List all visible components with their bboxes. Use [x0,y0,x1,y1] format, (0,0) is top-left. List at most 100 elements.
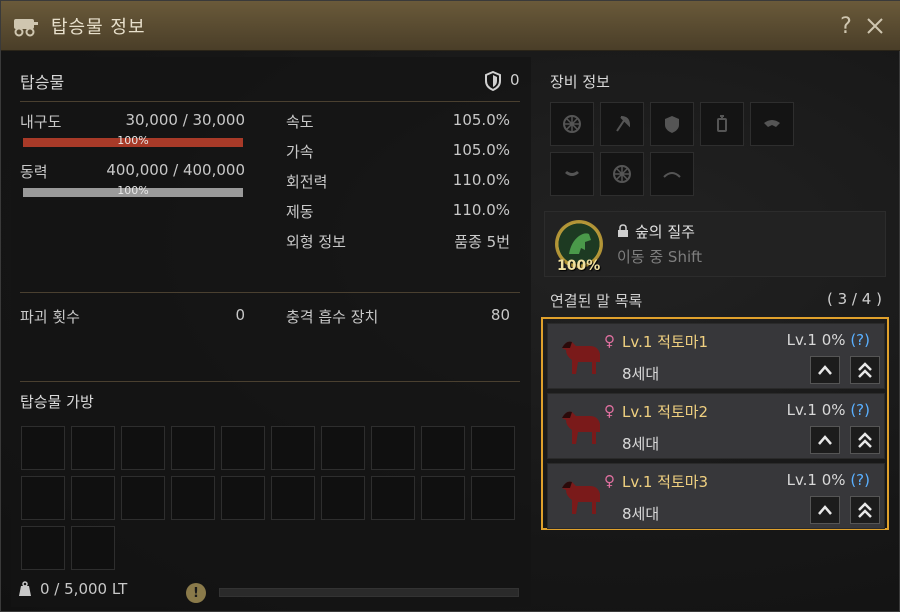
double-chevron-up-icon [858,502,872,518]
help-button[interactable]: ? [834,13,858,39]
wagon-icon [11,14,41,38]
bag-slot[interactable] [21,526,65,570]
skill-card[interactable]: 100% 숲의 질주 이동 중 Shift [544,211,886,277]
window-title: 탑승물 정보 [51,16,146,38]
stat-value-accel: 105.0% [452,141,510,159]
female-icon: ♀ [604,332,615,350]
horse-level: Lv.1 0% (?) [787,331,870,349]
equipment-slot[interactable] [550,152,594,196]
stat-value-brake: 110.0% [452,201,510,219]
bag-slot[interactable] [371,426,415,470]
bag-grid [21,426,516,570]
durability-percent: 100% [117,134,149,147]
horse-help-link[interactable]: (?) [850,331,870,349]
bag-slot[interactable] [321,426,365,470]
horse-count: ( 3 / 4 ) [827,290,882,308]
wheel-icon [613,165,631,183]
shock-label: 충격 흡수 장치 [286,308,379,326]
shield-icon [665,116,679,133]
bag-slot[interactable] [171,426,215,470]
bag-slot[interactable] [321,476,365,520]
bag-slot[interactable] [471,426,515,470]
double-chevron-up-icon [858,362,872,378]
bag-slot[interactable] [421,426,465,470]
skill-name: 숲의 질주 [635,223,695,241]
horse-name: Lv.1 적토마3 [622,473,709,491]
bag-heading: 탑승물 가방 [20,393,94,411]
mount-heading: 탑승물 [20,73,65,92]
bag-slot[interactable] [271,426,315,470]
horse-generation: 8세대 [622,505,660,523]
equipment-slot[interactable] [600,102,644,146]
stat-label-accel: 가속 [286,143,314,161]
horse-level: Lv.1 0% (?) [787,401,870,419]
chevron-up-icon [818,365,832,375]
horse-portrait-icon [562,481,600,514]
move-up-button[interactable] [810,496,840,524]
horse-row[interactable]: ♀ Lv.1 적토마2 Lv.1 0% (?) 8세대 [547,393,885,459]
horse-level-text: Lv.1 0% [786,471,846,489]
close-button[interactable] [863,13,887,39]
armor-count: 0 [510,71,520,89]
destroy-label: 파괴 횟수 [20,308,80,326]
bag-weight: 0 / 5,000 LT [40,580,128,598]
equipment-slot[interactable] [550,102,594,146]
warning-icon[interactable]: ! [186,583,206,603]
bag-slot[interactable] [21,426,65,470]
horse-portrait-icon [562,411,600,444]
horse-portrait-icon [562,341,600,374]
horse-level: Lv.1 0% (?) [787,471,870,489]
emblem-icon [565,171,579,176]
horse-level-text: Lv.1 0% [786,331,846,349]
stamina-value: 400,000 / 400,000 [106,161,245,179]
bag-slot[interactable] [471,476,515,520]
weight-icon [19,581,31,596]
horse-list-heading: 연결된 말 목록 [550,292,643,310]
move-top-button[interactable] [850,426,880,454]
move-top-button[interactable] [850,496,880,524]
horse-row[interactable]: ♀ Lv.1 적토마1 Lv.1 0% (?) 8세대 [547,323,885,389]
lantern-icon [717,115,727,132]
stat-value-turn: 110.0% [452,171,510,189]
bag-slot[interactable] [371,476,415,520]
bag-slot[interactable] [421,476,465,520]
bag-slot[interactable] [71,476,115,520]
female-icon: ♀ [604,472,615,490]
weight-bar [219,588,519,597]
divider [20,101,520,102]
stat-value-speed: 105.0% [452,111,510,129]
bag-slot[interactable] [121,476,165,520]
move-up-button[interactable] [810,356,840,384]
bag-slot[interactable] [71,526,115,570]
bag-slot[interactable] [221,476,265,520]
horse-name: Lv.1 적토마1 [622,333,709,351]
horse-help-link[interactable]: (?) [850,401,870,419]
bag-slot[interactable] [121,426,165,470]
horse-row[interactable]: ♀ Lv.1 적토마3 Lv.1 0% (?) 8세대 [547,463,885,529]
equipment-slot[interactable] [650,102,694,146]
equipment-slot[interactable] [700,102,744,146]
bag-slot[interactable] [171,476,215,520]
horse-help-link[interactable]: (?) [850,471,870,489]
durability-value: 30,000 / 30,000 [125,111,245,129]
lock-icon [618,224,628,237]
equipment-slot[interactable] [750,102,794,146]
bag-slot[interactable] [21,476,65,520]
chevron-up-icon [818,435,832,445]
mark-icon [764,120,780,127]
bag-slot[interactable] [71,426,115,470]
skill-percent: 100% [557,258,601,274]
skill-subtitle: 이동 중 Shift [617,248,703,266]
bag-slot[interactable] [271,476,315,520]
bag-slot[interactable] [221,426,265,470]
horse-level-text: Lv.1 0% [786,401,846,419]
title-bar[interactable]: 탑승물 정보 ? [1,1,900,51]
equipment-slot[interactable] [650,152,694,196]
stamina-label: 동력 [20,163,48,181]
horse-name: Lv.1 적토마2 [622,403,709,421]
move-top-button[interactable] [850,356,880,384]
move-up-button[interactable] [810,426,840,454]
stat-value-appearance: 품종 5번 [454,233,510,251]
shock-value: 80 [490,306,510,324]
equipment-slot[interactable] [600,152,644,196]
